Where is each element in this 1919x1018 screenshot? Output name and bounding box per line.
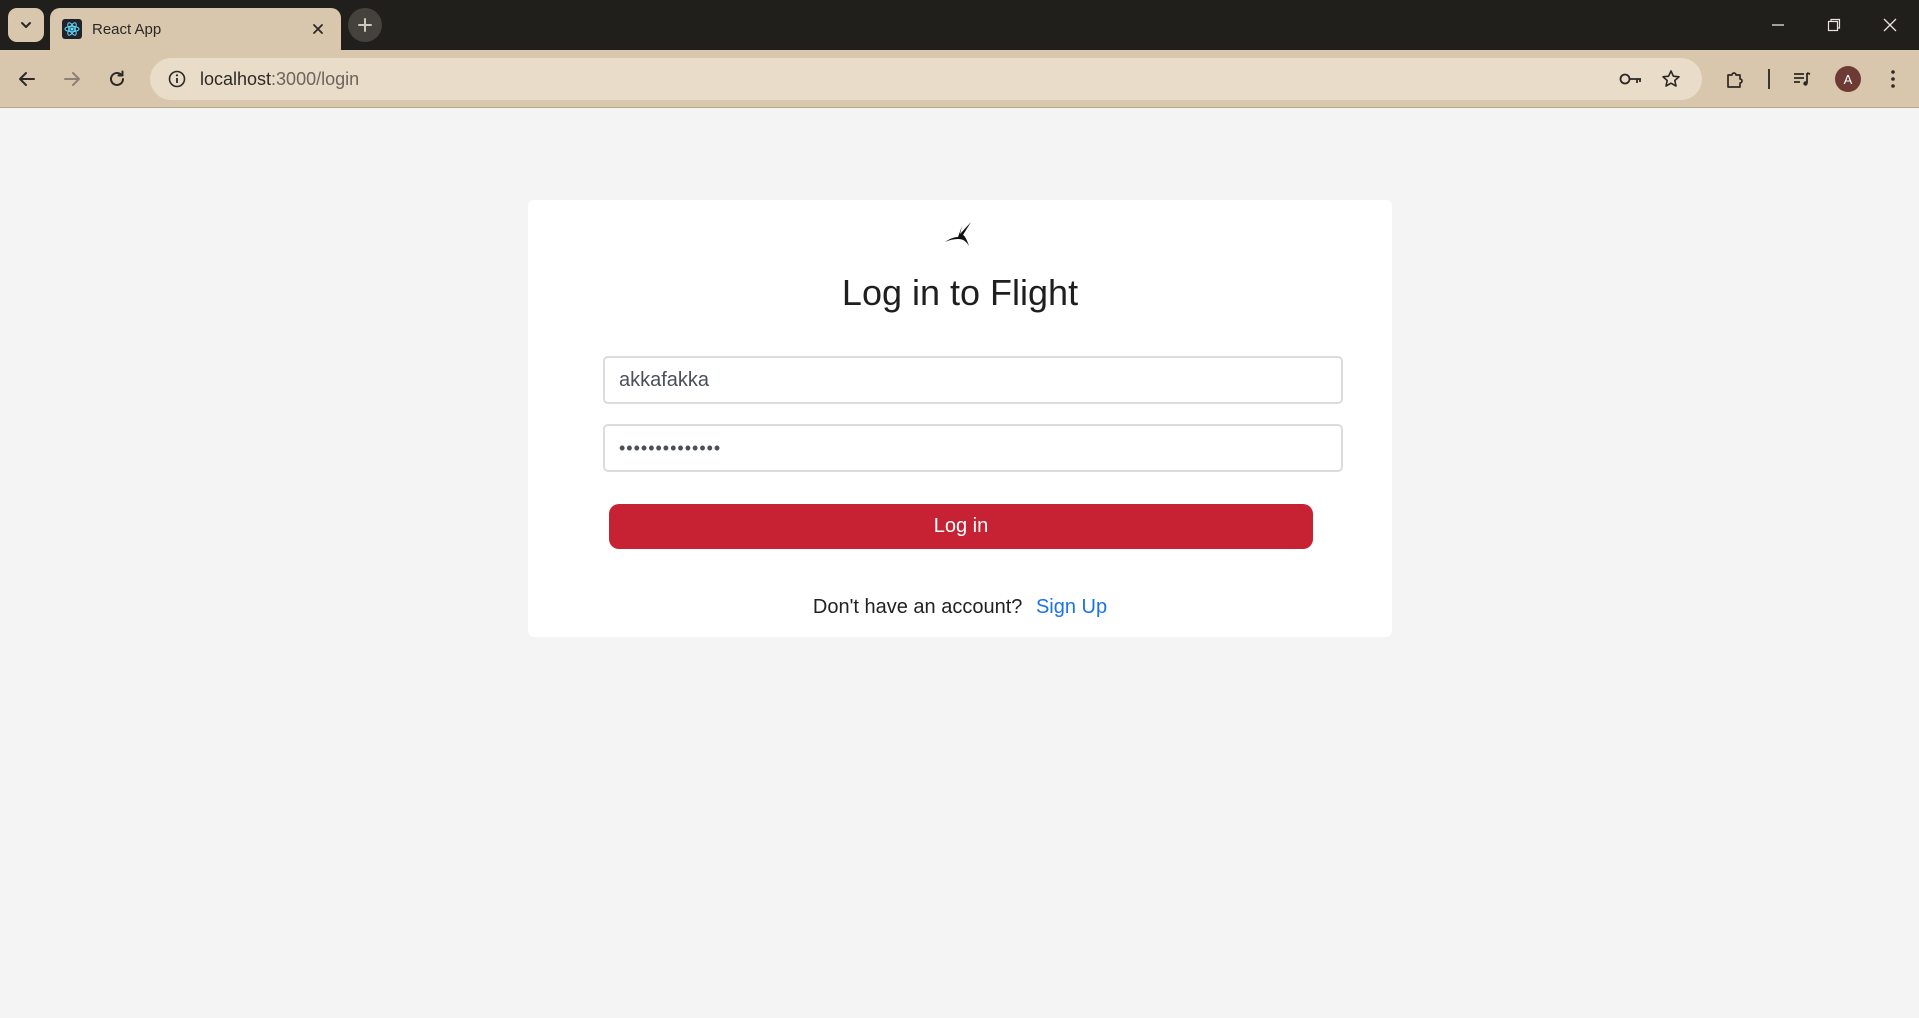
signup-row: Don't have an account? Sign Up [528, 596, 1392, 619]
forward-button[interactable] [55, 62, 89, 96]
address-bar[interactable]: localhost:3000/login [150, 58, 1702, 100]
window-close-icon [1883, 18, 1897, 32]
restore-icon [1827, 18, 1841, 32]
tab-list-icon [21, 22, 31, 28]
active-tab[interactable]: React App [50, 8, 341, 50]
media-control-icon [1794, 72, 1811, 86]
extensions-icon [1727, 72, 1743, 88]
page-title: Log in to Flight [841, 272, 1079, 313]
minimize-icon [1772, 24, 1784, 26]
site-info-icon[interactable] [164, 66, 190, 92]
password-input[interactable]: •••••••••••••• [603, 424, 1343, 472]
reload-button[interactable] [100, 62, 134, 96]
toolbar-divider [1768, 69, 1770, 89]
minimize-button[interactable] [1750, 0, 1806, 50]
star-icon[interactable] [1654, 62, 1688, 96]
username-input[interactable]: akkafakka [603, 356, 1343, 404]
window-close-button[interactable] [1862, 0, 1918, 50]
profile-button[interactable]: A [1831, 62, 1865, 96]
close-icon[interactable] [307, 18, 329, 40]
react-favicon-icon [62, 19, 82, 39]
url-text[interactable]: localhost:3000/login [200, 69, 1608, 90]
reload-icon [110, 70, 124, 86]
password-key-icon[interactable] [1614, 62, 1648, 96]
back-button[interactable] [10, 62, 44, 96]
avatar: A [1835, 66, 1861, 92]
menu-dots-icon [1891, 70, 1895, 88]
url-host: localhost [200, 68, 272, 89]
new-tab-button[interactable] [348, 8, 382, 42]
tab-search-button[interactable] [8, 8, 44, 42]
browser-toolbar: localhost:3000/login A [0, 50, 1919, 108]
tab-strip: React App [0, 0, 1919, 50]
tab-title: React App [92, 20, 162, 38]
plus-icon [358, 18, 372, 32]
signup-prompt: Don't have an account? [812, 596, 1023, 618]
browser-menu-button[interactable] [1876, 62, 1910, 96]
restore-button[interactable] [1806, 0, 1862, 50]
forward-arrow-icon [64, 72, 80, 86]
flight-bird-logo [945, 222, 971, 246]
url-path: :3000/login [271, 68, 360, 89]
extensions-button[interactable] [1718, 62, 1752, 96]
back-arrow-icon [19, 72, 35, 86]
login-card: Log in to Flight akkafakka •••••••••••••… [528, 200, 1392, 637]
login-button[interactable]: Log in [609, 504, 1313, 549]
media-control-button[interactable] [1785, 62, 1819, 96]
signup-link[interactable]: Sign Up [1036, 596, 1107, 618]
